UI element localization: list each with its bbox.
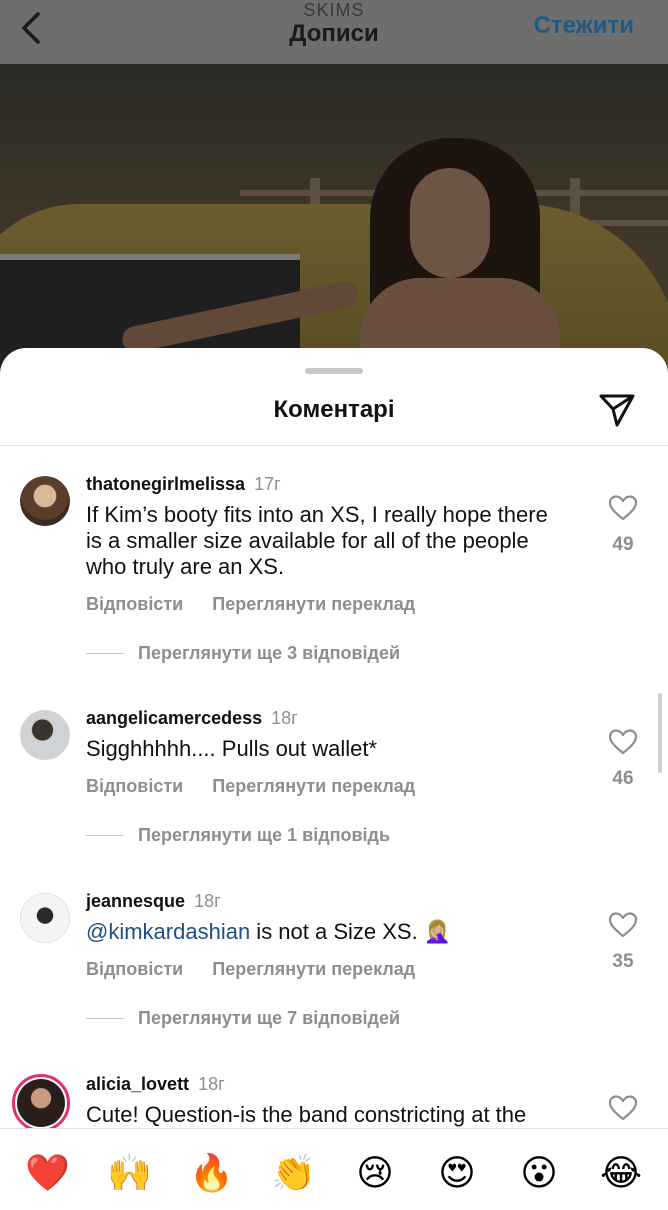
post-photo bbox=[0, 64, 668, 380]
background-post: SKIMS Дописи Стежити bbox=[0, 0, 668, 380]
comment-list[interactable]: thatonegirlmelissa 17г If Kim’s booty fi… bbox=[0, 446, 668, 1128]
comment-username[interactable]: alicia_lovett bbox=[86, 1074, 189, 1094]
avatar[interactable] bbox=[20, 710, 70, 760]
see-translation-button[interactable]: Переглянути переклад bbox=[212, 594, 415, 614]
reply-button[interactable]: Відповісти bbox=[86, 959, 183, 979]
like-heart-icon[interactable] bbox=[608, 728, 638, 756]
see-translation-button[interactable]: Переглянути переклад bbox=[212, 959, 415, 979]
emoji-tears-of-joy[interactable]: 😂 bbox=[599, 1151, 643, 1195]
reply-button[interactable]: Відповісти bbox=[86, 776, 183, 796]
comment-time: 17г bbox=[254, 474, 281, 494]
share-icon[interactable] bbox=[598, 392, 636, 428]
emoji-red-heart[interactable]: ❤️ bbox=[25, 1151, 70, 1195]
see-translation-button[interactable]: Переглянути переклад bbox=[212, 776, 415, 796]
comments-sheet: Коментарі thatonegirlmelissa 17г If Kim’… bbox=[0, 348, 668, 1210]
post-header: SKIMS Дописи Стежити bbox=[0, 0, 668, 64]
emoji-surprised-face[interactable]: 😮 bbox=[517, 1151, 561, 1195]
emoji-clapping-hands[interactable]: 👏 bbox=[271, 1151, 316, 1195]
comment-username[interactable]: thatonegirlmelissa bbox=[86, 474, 245, 494]
scrollbar[interactable] bbox=[658, 693, 662, 773]
emoji-heart-eyes[interactable]: 😍 bbox=[435, 1151, 479, 1195]
view-replies-button[interactable]: Переглянути ще 1 відповідь bbox=[86, 825, 390, 846]
comment-text: If Kim’s booty fits into an XS, I really… bbox=[86, 502, 548, 579]
follow-button[interactable]: Стежити bbox=[534, 12, 634, 40]
like-count: 46 bbox=[612, 768, 634, 789]
view-replies-button[interactable]: Переглянути ще 7 відповідей bbox=[86, 1008, 400, 1029]
like-count: 35 bbox=[612, 951, 634, 972]
sheet-title: Коментарі bbox=[273, 396, 395, 423]
comment-username[interactable]: aangelicamercedess bbox=[86, 708, 262, 728]
avatar[interactable] bbox=[20, 893, 70, 943]
emoji-quick-reply-bar: ❤️ 🙌 🔥 👏 😢 😍 😮 😂 bbox=[0, 1128, 668, 1210]
like-count: 49 bbox=[612, 534, 634, 555]
comment-username[interactable]: jeannesque bbox=[86, 891, 185, 911]
emoji-fire[interactable]: 🔥 bbox=[189, 1151, 234, 1195]
reply-button[interactable]: Відповісти bbox=[86, 594, 183, 614]
mention-link[interactable]: @kimkardashian bbox=[86, 919, 250, 944]
comment-time: 18г bbox=[198, 1074, 225, 1094]
like-heart-icon[interactable] bbox=[608, 494, 638, 522]
model bbox=[340, 128, 560, 380]
view-replies-button[interactable]: Переглянути ще 3 відповідей bbox=[86, 643, 400, 664]
comment-time: 18г bbox=[271, 708, 298, 728]
replies-line bbox=[86, 653, 124, 654]
like-heart-icon[interactable] bbox=[608, 911, 638, 939]
emoji-raising-hands[interactable]: 🙌 bbox=[107, 1151, 152, 1195]
comment-text: @kimkardashian is not a Size XS. 🤦🏼‍♀️ bbox=[86, 919, 452, 944]
like-heart-icon[interactable] bbox=[608, 1094, 638, 1122]
emoji-crying-face[interactable]: 😢 bbox=[353, 1151, 397, 1195]
comment-text: Cute! Question-is the band constricting … bbox=[86, 1102, 527, 1127]
comment-time: 18г bbox=[194, 891, 221, 911]
comment-text: Sigghhhhh.... Pulls out wallet* bbox=[86, 736, 378, 761]
avatar-story-ring[interactable] bbox=[12, 1074, 70, 1128]
replies-line bbox=[86, 835, 124, 836]
replies-line bbox=[86, 1018, 124, 1019]
avatar[interactable] bbox=[20, 476, 70, 526]
sheet-drag-handle[interactable] bbox=[305, 368, 363, 374]
